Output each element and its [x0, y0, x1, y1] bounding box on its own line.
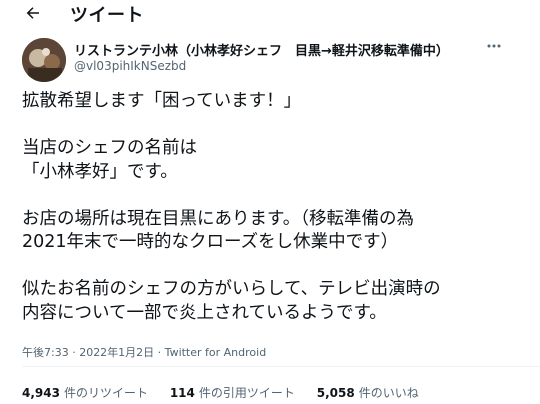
author-handle[interactable]: @vl03pihIkNSezbd: [74, 59, 186, 73]
tweet-line: [22, 184, 522, 208]
tweet-line: 当店のシェフの名前は: [22, 138, 197, 158]
tweet-stats: 4,943 件のリツイート 114 件の引用ツイート 5,058 件のいいね: [22, 384, 437, 401]
author-display-name[interactable]: リストランテ小林（小林孝好シェフ 目黒→軽井沢移転準備中）: [74, 40, 494, 59]
tweet-line: 2021年末で一時的なクローズをし休業中です）: [22, 232, 399, 252]
more-dots-icon: [487, 44, 501, 48]
page-title: ツイート: [70, 5, 144, 26]
avatar-image: [22, 38, 66, 82]
retweet-count[interactable]: 4,943 件のリツイート: [22, 384, 148, 401]
divider: [22, 366, 540, 367]
tweet-line: お店の場所は現在目黒にあります。（移転準備の為: [22, 208, 414, 229]
more-button[interactable]: [482, 38, 506, 58]
tweet-author: リストランテ小林（小林孝好シェフ 目黒→軽井沢移転準備中） @vl03pihIk…: [22, 38, 522, 82]
top-bar: ツイート: [0, 0, 540, 26]
tweet-line: [22, 114, 522, 138]
tweet-text: 拡散希望します「困っています！」 当店のシェフの名前は 「小林孝好」です。 お店…: [22, 90, 522, 325]
quote-tweet-count[interactable]: 114 件の引用ツイート: [170, 384, 295, 401]
arrow-left-icon: [26, 7, 39, 19]
avatar[interactable]: [22, 38, 66, 82]
tweet-line: 似たお名前のシェフの方がいらして、テレビ出演時の: [22, 279, 441, 299]
tweet-line: 内容について一部で炎上されているようです。: [22, 302, 387, 323]
tweet-line: 「小林孝好」です。: [22, 161, 178, 182]
tweet-timestamp[interactable]: 午後7:33 · 2022年1月2日 · Twitter for Android: [22, 344, 266, 360]
tweet-line: [22, 255, 522, 279]
back-button[interactable]: [22, 2, 44, 24]
tweet-line: 拡散希望します「困っています！」: [22, 91, 302, 111]
like-count[interactable]: 5,058 件のいいね: [317, 384, 419, 401]
